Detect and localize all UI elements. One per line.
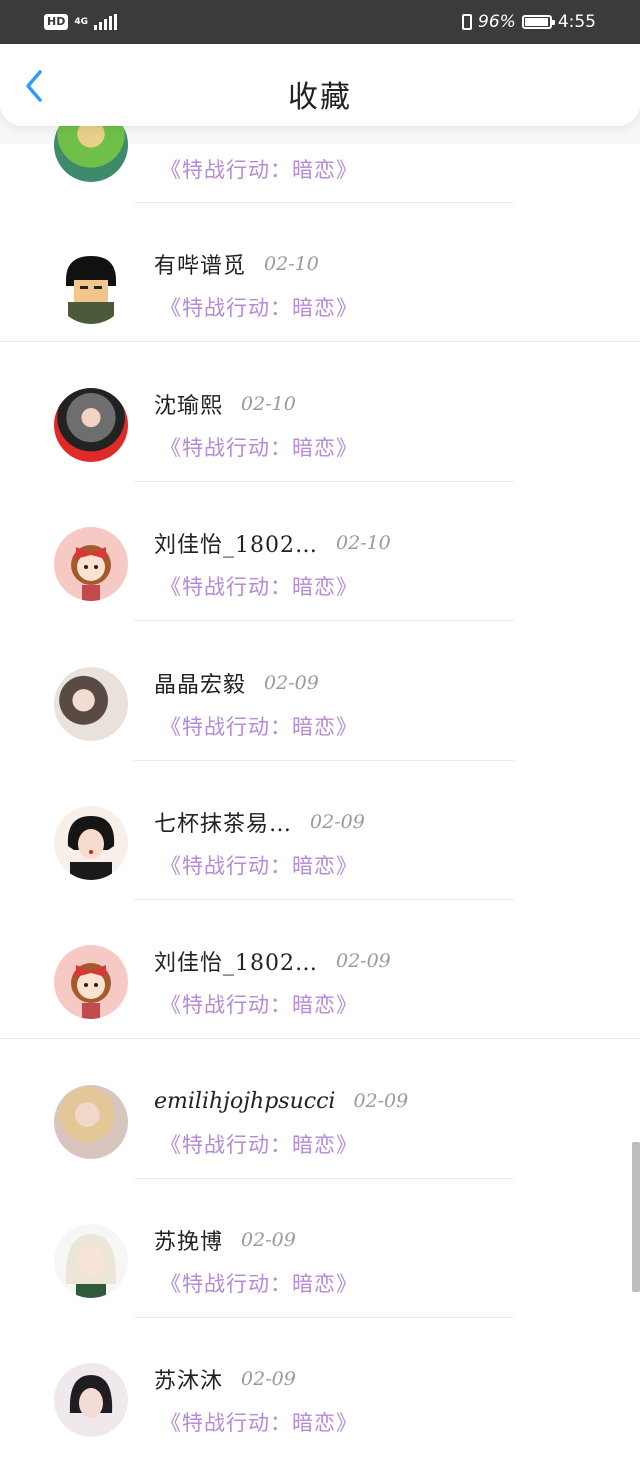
clock: 4:55 <box>557 12 596 32</box>
status-left: HD 4G <box>44 10 117 34</box>
work-title-link[interactable]: 《特战行动：暗恋》 <box>160 432 358 464</box>
divider <box>134 760 514 761</box>
blonde-woman-avatar <box>54 1085 128 1159</box>
item-meta: emilihjojhpsucci 02-09 <box>154 1085 408 1117</box>
item-meta: 苏挽博 02-09 <box>154 1224 296 1256</box>
list-item[interactable]: 苏沐沐 02-09 《特战行动：暗恋》 <box>0 1341 640 1480</box>
divider <box>134 1317 514 1318</box>
work-title-link[interactable]: 《特战行动：暗恋》 <box>160 850 358 882</box>
item-date: 02-09 <box>241 1229 296 1251</box>
divider <box>134 899 514 900</box>
item-date: 02-09 <box>310 811 365 833</box>
work-title-link[interactable]: 《特战行动：暗恋》 <box>160 571 358 603</box>
work-title-link[interactable]: 《特战行动：暗恋》 <box>160 154 358 186</box>
divider <box>134 202 514 203</box>
divider <box>0 1038 640 1039</box>
item-meta: 七杯抹茶易… 02-09 <box>154 806 365 838</box>
user-name: 有哔谱觅 <box>154 254 247 279</box>
list-item[interactable]: 苏挽博 02-09 《特战行动：暗恋》 <box>0 1202 640 1341</box>
user-name: 刘佳怡_1802… <box>154 951 318 976</box>
item-date: 02-09 <box>264 672 319 694</box>
item-meta: 刘佳怡_1802… 02-09 <box>154 945 391 977</box>
item-date: 02-10 <box>264 253 319 275</box>
work-title-link[interactable]: 《特战行动：暗恋》 <box>160 292 358 324</box>
item-meta: 沈瑜熙 02-10 <box>154 388 296 420</box>
couple-photo-avatar <box>54 667 128 741</box>
vibrate-icon <box>462 14 473 30</box>
page-title: 收藏 <box>288 80 352 115</box>
cartoon-boy-avatar <box>54 250 128 324</box>
divider <box>134 620 514 621</box>
user-name: 苏挽博 <box>154 1230 224 1255</box>
user-name: emilihjojhpsucci <box>154 1088 336 1114</box>
battery-fill <box>524 18 548 26</box>
list-item[interactable]: 刘佳怡_1802… 02-09 《特战行动：暗恋》 <box>0 923 640 1062</box>
work-title-link[interactable]: 《特战行动：暗恋》 <box>160 1407 358 1439</box>
work-title-link[interactable]: 《特战行动：暗恋》 <box>160 1268 358 1300</box>
woman-red-background-avatar <box>54 388 128 462</box>
work-title-link[interactable]: 《特战行动：暗恋》 <box>160 1129 358 1161</box>
work-title-link[interactable]: 《特战行动：暗恋》 <box>160 711 358 743</box>
item-meta: 有哔谱觅 02-10 <box>154 248 319 280</box>
list-item[interactable]: 晶晶宏毅 02-09 《特战行动：暗恋》 <box>0 645 640 784</box>
item-date: 02-10 <box>241 393 296 415</box>
list-item[interactable]: 七杯抹茶易… 02-09 《特战行动：暗恋》 <box>0 784 640 923</box>
work-title-link[interactable]: 《特战行动：暗恋》 <box>160 989 358 1021</box>
illustrated-woman-avatar <box>54 1363 128 1437</box>
user-name: 刘佳怡_1802… <box>154 533 318 558</box>
status-right: 96% 4:55 <box>462 10 596 34</box>
user-name: 苏沐沐 <box>154 1369 224 1394</box>
battery-icon <box>521 15 555 29</box>
item-date: 02-09 <box>241 1368 296 1390</box>
divider <box>134 1178 514 1179</box>
network-type: 4G <box>74 16 88 27</box>
divider <box>0 341 640 342</box>
item-date: 02-09 <box>336 950 391 972</box>
list-item[interactable]: 有哔谱觅 02-10 《特战行动：暗恋》 <box>0 226 640 365</box>
divider <box>134 481 514 482</box>
battery-percent: 96% <box>478 12 516 32</box>
list-item[interactable]: emilihjojhpsucci 02-09 《特战行动：暗恋》 <box>0 1063 640 1202</box>
item-meta: 晶晶宏毅 02-09 <box>154 667 319 699</box>
list-item[interactable]: 刘佳怡_1802… 02-10 《特战行动：暗恋》 <box>0 505 640 644</box>
scrollbar-thumb[interactable] <box>632 1142 640 1292</box>
signal-icon <box>94 14 117 30</box>
user-name: 沈瑜熙 <box>154 394 224 419</box>
item-meta: 苏沐沐 02-09 <box>154 1363 296 1395</box>
status-bar: HD 4G 96% 4:55 <box>0 0 640 44</box>
cartoon-girl-bow-avatar <box>54 527 128 601</box>
hd-badge: HD <box>44 14 69 30</box>
header-bar: 收藏 <box>0 44 640 126</box>
item-date: 02-09 <box>353 1090 409 1112</box>
user-name: 七杯抹茶易… <box>154 812 293 837</box>
item-date: 02-10 <box>336 532 391 554</box>
item-meta: 刘佳怡_1802… 02-10 <box>154 527 391 559</box>
illustrated-woman-black-hair-avatar <box>54 806 128 880</box>
user-name: 晶晶宏毅 <box>154 673 247 698</box>
list-item[interactable]: 沈瑜熙 02-10 《特战行动：暗恋》 <box>0 366 640 505</box>
cartoon-girl-bow-avatar <box>54 945 128 1019</box>
anime-white-hair-avatar <box>54 1224 128 1298</box>
